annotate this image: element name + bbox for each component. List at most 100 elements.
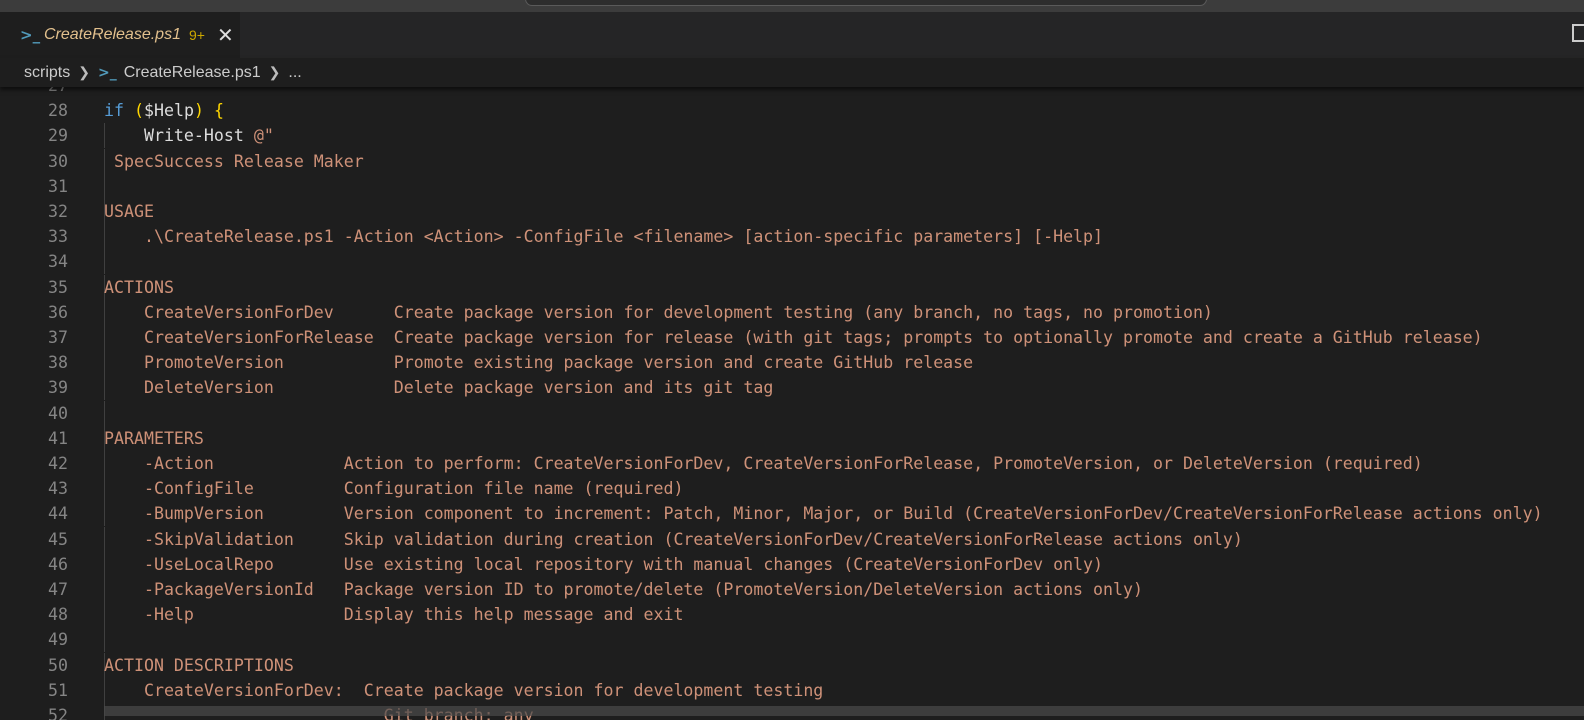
code-line: 29 Write-Host @" bbox=[0, 123, 1584, 149]
line-number: 45 bbox=[48, 529, 68, 549]
code-text: DeleteVersion Delete package version and… bbox=[104, 375, 773, 400]
line-number: 37 bbox=[48, 328, 68, 347]
token: ACTIONS bbox=[104, 277, 174, 297]
tab-label: CreateRelease.ps1 bbox=[44, 26, 181, 43]
code-line: 40 bbox=[0, 400, 1584, 426]
code-line: 48 -Help Display this help message and e… bbox=[0, 602, 1584, 628]
token: { bbox=[213, 101, 224, 121]
line-number: 41 bbox=[48, 428, 68, 448]
code-line: 35 ACTIONS bbox=[0, 274, 1584, 300]
token: -SkipValidation Skip validation during c… bbox=[104, 529, 1243, 549]
token: @" bbox=[253, 126, 274, 146]
code-text: -Action Action to perform: CreateVersion… bbox=[104, 451, 1423, 476]
line-number: 32 bbox=[48, 202, 68, 221]
line-number: 33 bbox=[48, 227, 68, 247]
code-line: 36 CreateVersionForDev Create package ve… bbox=[0, 299, 1584, 325]
horizontal-scrollbar[interactable] bbox=[104, 706, 1584, 716]
line-number: 34 bbox=[48, 252, 68, 272]
line-number: 39 bbox=[48, 378, 68, 398]
code-text: -SkipValidation Skip validation during c… bbox=[104, 527, 1243, 552]
token: USAGE bbox=[104, 202, 154, 221]
indent-guide bbox=[104, 400, 105, 426]
token: -PackageVersionId Package version ID to … bbox=[104, 580, 1143, 599]
code-text: ACTION DESCRIPTIONS bbox=[104, 653, 294, 678]
token: SpecSuccess Release Maker bbox=[104, 151, 364, 171]
code-line: 34 bbox=[0, 249, 1584, 275]
code-text: -ConfigFile Configuration file name (req… bbox=[104, 476, 683, 501]
token: -ConfigFile Configuration file name (req… bbox=[104, 479, 684, 499]
code-line: 45 -SkipValidation Skip validation durin… bbox=[0, 526, 1584, 552]
code-text: PromoteVersion Promote existing package … bbox=[104, 350, 973, 375]
token: -Help Display this help message and exit bbox=[104, 605, 684, 625]
code-text: CreateVersionForDev Create package versi… bbox=[104, 300, 1213, 325]
code-line: 38 PromoteVersion Promote existing packa… bbox=[0, 350, 1584, 376]
token: if bbox=[104, 101, 124, 121]
token: $Help bbox=[143, 101, 194, 121]
code-text: CreateVersionForRelease Create package v… bbox=[104, 325, 1483, 350]
line-number: 49 bbox=[48, 630, 68, 650]
token: PARAMETERS bbox=[104, 428, 204, 448]
token: PromoteVersion Promote existing package … bbox=[104, 353, 974, 373]
code-line: 31 bbox=[0, 173, 1584, 199]
tab-bar: >_ CreateRelease.ps1 9+ ✕ bbox=[0, 12, 1584, 58]
code-line: 30 SpecSuccess Release Maker bbox=[0, 148, 1584, 174]
problem-count-badge: 9+ bbox=[188, 27, 205, 43]
powershell-icon: >_ bbox=[20, 26, 41, 44]
line-number: 38 bbox=[48, 353, 68, 373]
breadcrumb-file[interactable]: CreateRelease.ps1 bbox=[124, 64, 261, 82]
line-number: 29 bbox=[48, 126, 68, 146]
code-text: -Help Display this help message and exit bbox=[104, 602, 683, 627]
line-number: 43 bbox=[48, 479, 68, 499]
code-line: 32 USAGE bbox=[0, 199, 1584, 224]
token: DeleteVersion Delete package version and… bbox=[104, 378, 774, 398]
line-number: 27 bbox=[0, 87, 68, 98]
token: ) bbox=[193, 101, 204, 121]
code-line: 42 -Action Action to perform: CreateVers… bbox=[0, 451, 1584, 476]
indent-guide bbox=[104, 627, 105, 653]
code-line: 33 .\CreateRelease.ps1 -Action <Action> … bbox=[0, 224, 1584, 250]
line-number: 51 bbox=[48, 680, 68, 700]
code-line: 51 CreateVersionForDev: Create package v… bbox=[0, 677, 1584, 703]
powershell-icon: >_ bbox=[97, 64, 117, 81]
token: CreateVersionForDev Create package versi… bbox=[104, 302, 1213, 322]
code-line: 28 if ($Help) { bbox=[0, 98, 1584, 123]
breadcrumb-more[interactable]: ... bbox=[288, 64, 301, 82]
line-number: 50 bbox=[48, 655, 68, 675]
token: -BumpVersion Version component to increm… bbox=[104, 504, 1543, 524]
breadcrumb-folder[interactable]: scripts bbox=[24, 64, 70, 82]
code-text: if ($Help) { bbox=[104, 98, 224, 123]
line-number: 28 bbox=[48, 101, 68, 121]
code-editor[interactable]: 27 28 if ($Help) {29 Write-Host @"30 SpecS… bbox=[0, 87, 1584, 720]
command-center[interactable] bbox=[525, 0, 1207, 6]
indent-guide bbox=[104, 173, 105, 199]
line-number: 46 bbox=[48, 554, 68, 574]
line-number: 40 bbox=[48, 403, 68, 423]
line-number: 48 bbox=[48, 605, 68, 625]
close-icon[interactable]: ✕ bbox=[217, 25, 234, 45]
line-number: 47 bbox=[48, 580, 68, 599]
breadcrumb: scripts ❯ >_ CreateRelease.ps1 ❯ ... bbox=[0, 58, 1584, 87]
code-text: CreateVersionForDev: Create package vers… bbox=[104, 678, 823, 703]
indent-guide bbox=[104, 249, 105, 275]
line-number: 36 bbox=[48, 302, 68, 322]
line-number: 52 bbox=[48, 706, 68, 720]
token: -Action Action to perform: CreateVersion… bbox=[104, 454, 1423, 473]
title-bar bbox=[0, 0, 1584, 12]
code-text: SpecSuccess Release Maker bbox=[104, 149, 364, 174]
token: CreateVersionForRelease Create package v… bbox=[104, 328, 1483, 347]
line-number: 44 bbox=[48, 504, 68, 524]
code-text: -BumpVersion Version component to increm… bbox=[104, 501, 1543, 526]
run-icon[interactable] bbox=[1572, 24, 1584, 42]
token: -UseLocalRepo Use existing local reposit… bbox=[104, 554, 1104, 574]
line-number: 42 bbox=[48, 454, 68, 473]
chevron-right-icon: ❯ bbox=[78, 64, 90, 80]
line-number: 30 bbox=[48, 151, 68, 171]
code-line: 39 DeleteVersion Delete package version … bbox=[0, 375, 1584, 401]
code-line: 46 -UseLocalRepo Use existing local repo… bbox=[0, 551, 1584, 577]
code-text: -PackageVersionId Package version ID to … bbox=[104, 577, 1143, 602]
code-line: 37 CreateVersionForRelease Create packag… bbox=[0, 325, 1584, 350]
token: .\CreateRelease.ps1 -Action <Action> -Co… bbox=[104, 227, 1104, 247]
tab-createrelease[interactable]: >_ CreateRelease.ps1 9+ ✕ bbox=[0, 12, 240, 58]
